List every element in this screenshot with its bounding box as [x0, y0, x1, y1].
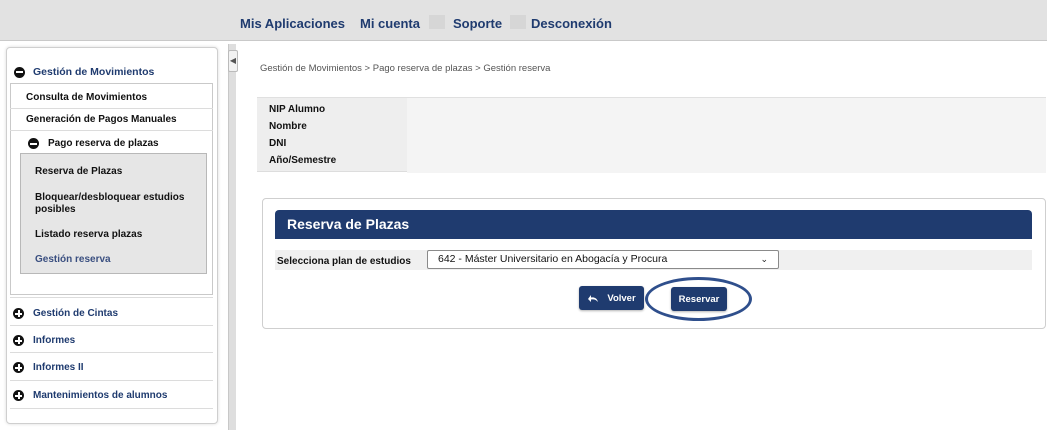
minus-circle-icon: [14, 66, 25, 78]
plus-circle-icon: [13, 390, 24, 401]
sidebar-splitter[interactable]: [228, 44, 236, 430]
highlight-ring: [645, 277, 752, 321]
nav-desconexion[interactable]: Desconexión: [531, 16, 612, 31]
plan-label: Selecciona plan de estudios: [277, 256, 411, 267]
label-ano-semestre: Año/Semestre: [269, 155, 337, 166]
sidebar-group-mantenimientos[interactable]: Mantenimientos de alumnos: [13, 390, 167, 401]
chevron-left-icon[interactable]: ◀: [228, 50, 238, 72]
sidebar-item-gestion-reserva[interactable]: Gestión reserva: [35, 254, 200, 266]
chevron-down-icon: ⌄: [760, 254, 768, 264]
sidebar-item-bloquear-estudios[interactable]: Bloquear/desbloquear estudios posibles: [35, 192, 200, 216]
sidebar-group-label: Informes: [33, 335, 76, 346]
sidebar-item-pago-reserva[interactable]: Pago reserva de plazas: [28, 138, 159, 149]
sidebar-item-pagos-manuales[interactable]: Generación de Pagos Manuales: [26, 114, 177, 125]
sidebar-group-label: Informes II: [33, 362, 84, 373]
panel-title: Reserva de Plazas: [275, 210, 1032, 239]
divider: [10, 108, 213, 109]
divider: [10, 352, 213, 353]
sidebar-header-label: Gestión de Movimientos: [33, 66, 155, 78]
divider: [10, 408, 213, 409]
sidebar-item-consulta-movimientos[interactable]: Consulta de Movimientos: [26, 92, 147, 103]
plan-select-value: 642 - Máster Universitario en Abogacía y…: [438, 253, 668, 265]
student-info-panel: NIP Alumno Nombre DNI Año/Semestre: [257, 97, 1046, 173]
volver-button[interactable]: Volver: [579, 286, 644, 310]
sidebar-group-label: Gestión de Cintas: [33, 308, 119, 319]
sidebar-group-informes[interactable]: Informes: [13, 335, 75, 346]
plan-select[interactable]: 642 - Máster Universitario en Abogacía y…: [427, 250, 779, 269]
nav-separator: [510, 15, 526, 29]
divider: [10, 380, 213, 381]
nav-soporte[interactable]: Soporte: [453, 16, 502, 31]
sidebar-group-label: Mantenimientos de alumnos: [33, 390, 168, 401]
nav-mi-cuenta[interactable]: Mi cuenta: [360, 16, 420, 31]
divider: [10, 297, 213, 298]
label-nombre: Nombre: [269, 121, 307, 132]
breadcrumb: Gestión de Movimientos > Pago reserva de…: [260, 63, 551, 74]
label-dni: DNI: [269, 138, 287, 149]
undo-icon: [587, 293, 599, 303]
divider: [10, 325, 213, 326]
sidebar-item-reserva-plazas[interactable]: Reserva de Plazas: [35, 166, 200, 178]
sidebar-item-label: Pago reserva de plazas: [48, 138, 159, 149]
student-info-values: [407, 98, 1046, 173]
sidebar-item-listado-reserva[interactable]: Listado reserva plazas: [35, 229, 200, 241]
minus-circle-icon: [28, 138, 39, 149]
top-navigation: Mis Aplicaciones Mi cuenta Soporte Desco…: [0, 0, 1047, 41]
sidebar-header-gestion-movimientos[interactable]: Gestión de Movimientos: [10, 60, 214, 84]
plus-circle-icon: [13, 308, 24, 319]
sidebar-group-gestion-cintas[interactable]: Gestión de Cintas: [13, 308, 118, 319]
plus-circle-icon: [13, 362, 24, 373]
label-nip-alumno: NIP Alumno: [269, 104, 326, 115]
divider: [10, 130, 213, 131]
plus-circle-icon: [13, 335, 24, 346]
volver-label: Volver: [607, 292, 636, 304]
sidebar-group-informes-ii[interactable]: Informes II: [13, 362, 84, 373]
nav-mis-aplicaciones[interactable]: Mis Aplicaciones: [240, 16, 345, 31]
nav-separator: [429, 15, 445, 29]
